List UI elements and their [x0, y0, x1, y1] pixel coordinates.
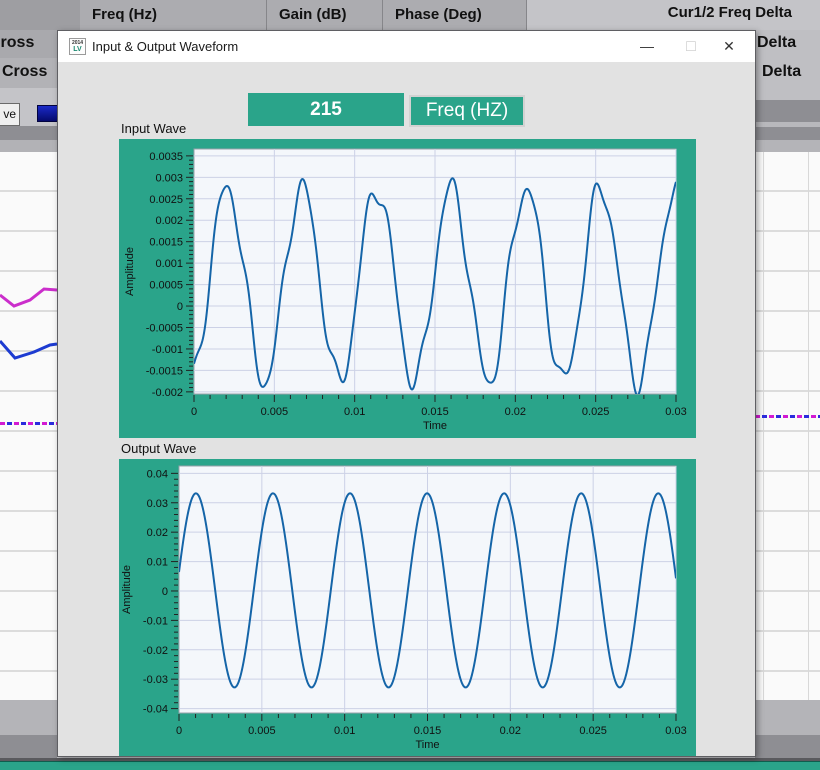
right-bottom-band2 — [755, 735, 820, 760]
svg-text:0: 0 — [191, 406, 197, 418]
right-rows-bg: Delta Delta — [755, 30, 820, 88]
labview-vi-icon: 2014LV — [69, 38, 86, 55]
svg-text:0.003: 0.003 — [155, 172, 183, 184]
column-header-phase: Phase (Deg) — [383, 0, 527, 30]
minimize-button[interactable]: — — [628, 31, 666, 62]
wave-select-button[interactable]: ve — [0, 103, 20, 126]
background-right-strip: Delta Delta — [755, 30, 820, 770]
left-band-dark — [0, 126, 57, 140]
svg-text:0.0005: 0.0005 — [149, 280, 183, 292]
right-row1-label: Delta — [757, 34, 796, 52]
svg-text:0.02: 0.02 — [500, 725, 521, 737]
freq-unit-label: Freq (HZ) — [409, 95, 525, 127]
header-corner-cell — [0, 0, 81, 30]
output-wave-caption: Output Wave — [121, 441, 196, 456]
window-title: Input & Output Waveform — [92, 39, 238, 54]
background-header-band: Freq (Hz) Gain (dB) Phase (Deg) Cur1/2 F… — [0, 0, 820, 30]
title-bar[interactable]: 2014LV Input & Output Waveform — □ ✕ — [58, 31, 755, 62]
right-row2-label: Delta — [762, 63, 801, 81]
svg-text:0: 0 — [176, 725, 182, 737]
input-wave-plot: 0 0.005 0.01 0.015 0.02 0.025 0.03 0.0035 0.003 0… — [119, 139, 696, 438]
svg-text:0.02: 0.02 — [147, 527, 168, 539]
svg-text:0.025: 0.025 — [582, 406, 610, 418]
svg-text:0.015: 0.015 — [421, 406, 449, 418]
svg-text:0.005: 0.005 — [261, 406, 289, 418]
background-bode-curves — [0, 152, 57, 700]
right-panel-gridline-2 — [808, 152, 809, 700]
svg-text:-0.03: -0.03 — [143, 674, 168, 686]
output-wave-chart: 0 0.005 0.01 0.015 0.02 0.025 0.03 0.04 0.03 0.02… — [119, 459, 696, 756]
svg-text:0.0015: 0.0015 — [149, 237, 183, 249]
svg-text:Time: Time — [415, 739, 439, 751]
svg-text:0.005: 0.005 — [248, 725, 276, 737]
svg-text:-0.01: -0.01 — [143, 615, 168, 627]
right-plot-panel — [755, 152, 820, 700]
svg-text:0.01: 0.01 — [147, 557, 168, 569]
svg-text:-0.002: -0.002 — [152, 387, 183, 399]
cursor-legend-header: Cur1/2 Freq Delta — [668, 4, 792, 21]
waveform-window: 2014LV Input & Output Waveform — □ ✕ 215… — [57, 30, 756, 757]
svg-text:0.03: 0.03 — [147, 498, 168, 510]
freq-value-display[interactable]: 215 — [248, 93, 404, 126]
input-wave-chart: 0 0.005 0.01 0.015 0.02 0.025 0.03 0.0035 0.003 0… — [119, 139, 696, 438]
output-wave-plot: 0 0.005 0.01 0.015 0.02 0.025 0.03 0.04 0.03 0.02… — [119, 459, 696, 756]
svg-text:-0.0015: -0.0015 — [146, 365, 183, 377]
left-row2-bg: Cross — [0, 58, 57, 88]
left-bottom-band2 — [0, 735, 57, 760]
plot-legend-color-box[interactable] — [37, 105, 57, 122]
right-band-dark1 — [755, 100, 820, 122]
svg-text:0.002: 0.002 — [155, 215, 183, 227]
svg-text:0.03: 0.03 — [665, 406, 686, 418]
cursor-dashed-line-right[interactable] — [755, 415, 820, 418]
left-row1-bg: Cross — [0, 30, 57, 58]
svg-text:0.01: 0.01 — [334, 725, 355, 737]
svg-text:0.03: 0.03 — [665, 725, 686, 737]
svg-text:-0.0005: -0.0005 — [146, 322, 183, 334]
input-wave-caption: Input Wave — [121, 121, 186, 136]
svg-text:0.0025: 0.0025 — [149, 194, 183, 206]
svg-text:Amplitude: Amplitude — [124, 247, 136, 296]
svg-text:0.01: 0.01 — [344, 406, 365, 418]
svg-text:Amplitude: Amplitude — [121, 565, 133, 614]
svg-text:0.015: 0.015 — [414, 725, 442, 737]
svg-text:0.04: 0.04 — [147, 468, 168, 480]
screen: Freq (Hz) Gain (dB) Phase (Deg) Cur1/2 F… — [0, 0, 820, 770]
left-bottom-band1 — [0, 700, 57, 735]
svg-text:0: 0 — [162, 586, 168, 598]
svg-text:0.0035: 0.0035 — [149, 151, 183, 163]
right-band-dark2 — [755, 127, 820, 140]
close-button[interactable]: ✕ — [710, 31, 748, 62]
svg-text:-0.04: -0.04 — [143, 704, 168, 716]
svg-text:0: 0 — [177, 301, 183, 313]
svg-text:Time: Time — [423, 420, 447, 432]
svg-text:0.001: 0.001 — [155, 258, 183, 270]
left-row1-label: Cross — [0, 34, 34, 52]
column-header-freq: Freq (Hz) — [80, 0, 267, 30]
svg-text:-0.001: -0.001 — [152, 344, 183, 356]
right-band-light2 — [755, 140, 820, 152]
svg-text:0.025: 0.025 — [579, 725, 607, 737]
column-header-gain: Gain (dB) — [267, 0, 383, 30]
svg-text:0.02: 0.02 — [505, 406, 526, 418]
background-left-strip: Cross Cross ve — [0, 30, 57, 770]
left-row2-label: Cross — [2, 63, 47, 81]
maximize-button: □ — [672, 31, 710, 62]
right-panel-gridline-1 — [763, 152, 764, 700]
right-bottom-band1 — [755, 700, 820, 735]
bottom-teal-strip — [0, 761, 820, 770]
cursor-dashed-line-left[interactable] — [0, 422, 57, 425]
left-band-light — [0, 140, 57, 152]
svg-text:-0.02: -0.02 — [143, 645, 168, 657]
